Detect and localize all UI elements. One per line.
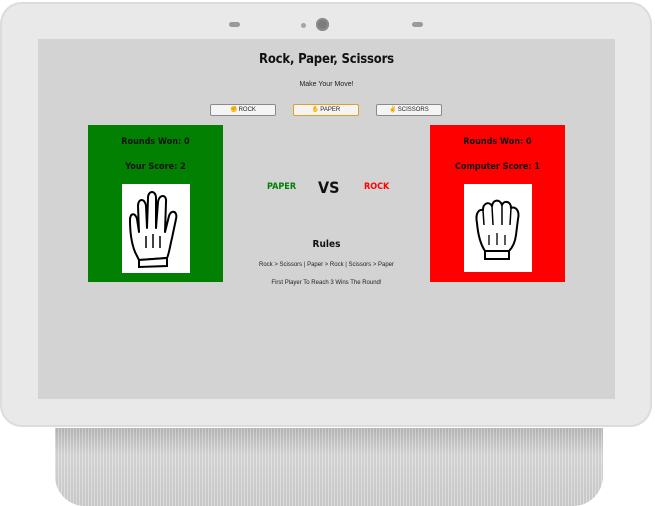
computer-choice: ROCK [364,182,390,192]
speaker-base [55,428,603,506]
fist-hand-icon [475,199,520,260]
scissors-hand-icon: ✌ [389,107,397,113]
computer-rounds-won: Rounds Won: 0 [463,137,532,147]
sensor-right [412,22,423,27]
scissors-button[interactable]: ✌ SCISSORS [376,104,442,116]
move-prompt: Make Your Move! [299,81,354,88]
computer-hand-card [464,184,532,272]
page-title: Rock, Paper, Scissors [259,52,394,67]
game-screen: Rock, Paper, Scissors Make Your Move! ✊ … [38,39,615,399]
open-hand-icon [129,190,178,268]
computer-score: Computer Score: 1 [454,162,541,172]
paper-button[interactable]: ✋ PAPER [293,104,359,116]
camera-icon [316,18,329,31]
rock-hand-icon: ✊ [230,107,238,113]
scissors-button-label: SCISSORS [397,107,429,113]
paper-button-label: PAPER [320,107,341,113]
sensor-left [229,22,240,27]
player-panel: Rounds Won: 0 Your Score: 2 [88,125,223,282]
player-score: Your Score: 2 [125,162,186,172]
player-hand-card [122,184,190,273]
rock-button[interactable]: ✊ ROCK [210,104,276,116]
paper-hand-icon: ✋ [311,107,320,113]
player-rounds-won: Rounds Won: 0 [121,137,190,147]
versus-label: VS [318,178,340,197]
computer-panel: Rounds Won: 0 Computer Score: 1 [430,125,565,282]
light-sensor [301,23,306,28]
rock-button-label: ROCK [238,107,256,113]
player-choice: PAPER [267,182,297,192]
device-frame: Rock, Paper, Scissors Make Your Move! ✊ … [0,2,652,427]
